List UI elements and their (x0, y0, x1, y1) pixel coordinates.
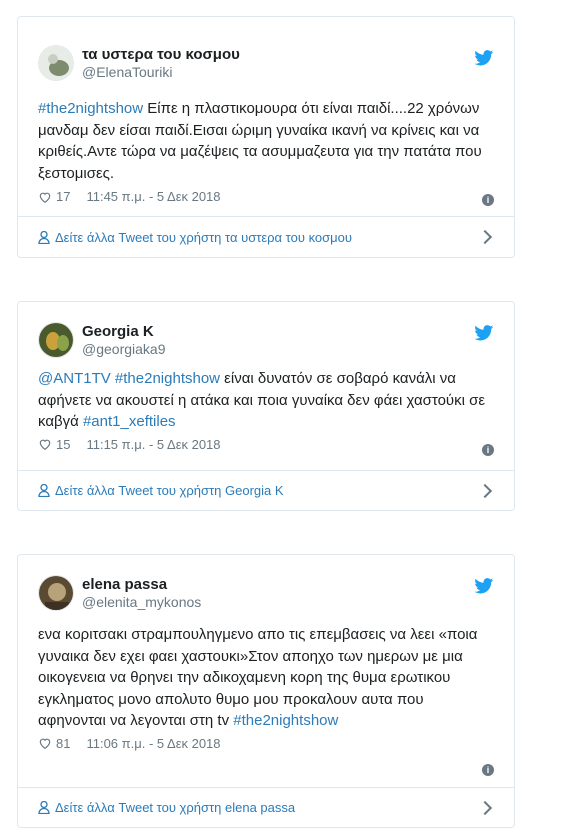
info-icon[interactable]: i (482, 194, 494, 206)
heart-icon[interactable] (38, 736, 52, 750)
tweet-text: @ANT1TV #the2nightshow είναι δυνατόν σε … (38, 368, 494, 433)
tweet-meta: 17 11:45 π.μ. - 5 Δεκ 2018 i (38, 189, 494, 206)
avatar[interactable] (38, 322, 74, 358)
timestamp[interactable]: 11:15 π.μ. - 5 Δεκ 2018 (86, 437, 220, 452)
info-icon[interactable]: i (482, 764, 494, 776)
twitter-bird-icon[interactable] (474, 578, 494, 594)
tweet-header: Georgia K @georgiaka9 (38, 322, 494, 358)
see-more-label[interactable]: Δείτε άλλα Tweet του χρήστη τα υστερα το… (55, 230, 352, 245)
chevron-right-icon[interactable] (477, 229, 493, 245)
tweet-header: elena passa @elenita_mykonos (38, 575, 494, 611)
hashtag-link[interactable]: #ant1_xeftiles (83, 413, 176, 430)
mention-link[interactable]: @ANT1TV (38, 370, 111, 387)
tweet-meta: 15 11:15 π.μ. - 5 Δεκ 2018 i (38, 437, 494, 456)
timestamp[interactable]: 11:06 π.μ. - 5 Δεκ 2018 (86, 736, 220, 751)
tweet-meta: 81 11:06 π.μ. - 5 Δεκ 2018 i (38, 736, 494, 776)
chevron-right-icon[interactable] (477, 800, 493, 815)
hashtag-link[interactable]: #the2nightshow (115, 370, 220, 387)
like-count[interactable]: 15 (56, 437, 70, 452)
display-name[interactable]: Georgia K (82, 322, 166, 341)
like-count[interactable]: 81 (56, 736, 70, 751)
see-more-link[interactable]: Δείτε άλλα Tweet του χρήστη elena passa (18, 787, 514, 827)
handle[interactable]: @georgiaka9 (82, 341, 166, 358)
hashtag-link[interactable]: #the2nightshow (38, 100, 143, 117)
tweet-card: τα υστερα του κοσμου @ElenaTouriki #the2… (17, 16, 515, 258)
tweet-header: τα υστερα του κοσμου @ElenaTouriki (38, 45, 494, 81)
see-more-link[interactable]: Δείτε άλλα Tweet του χρήστη τα υστερα το… (18, 216, 514, 257)
tweet-card: elena passa @elenita_mykonos ενα κοριτσα… (17, 554, 515, 828)
see-more-label[interactable]: Δείτε άλλα Tweet του χρήστη elena passa (55, 800, 295, 815)
person-icon (38, 484, 50, 497)
person-icon (38, 230, 50, 244)
tweet-text: ενα κοριτσακι στραμπουληγμενο απο τις επ… (38, 624, 494, 732)
tweet-card: Georgia K @georgiaka9 @ANT1TV #the2night… (17, 301, 515, 511)
heart-icon[interactable] (38, 190, 52, 204)
see-more-link[interactable]: Δείτε άλλα Tweet του χρήστη Georgia K (18, 470, 514, 510)
twitter-bird-icon[interactable] (474, 325, 494, 341)
info-icon[interactable]: i (482, 444, 494, 456)
person-icon (38, 801, 50, 814)
handle[interactable]: @elenita_mykonos (82, 594, 201, 611)
like-count[interactable]: 17 (56, 189, 70, 204)
timestamp[interactable]: 11:45 π.μ. - 5 Δεκ 2018 (86, 189, 220, 204)
tweet-text: #the2nightshow Είπε η πλαστικομουρα ότι … (38, 98, 494, 184)
handle[interactable]: @ElenaTouriki (82, 64, 240, 81)
twitter-bird-icon[interactable] (474, 50, 494, 66)
chevron-right-icon[interactable] (477, 483, 493, 498)
see-more-label[interactable]: Δείτε άλλα Tweet του χρήστη Georgia K (55, 483, 284, 498)
display-name[interactable]: τα υστερα του κοσμου (82, 45, 240, 64)
hashtag-link[interactable]: #the2nightshow (233, 712, 338, 729)
heart-icon[interactable] (38, 437, 52, 451)
display-name[interactable]: elena passa (82, 575, 201, 594)
avatar[interactable] (38, 575, 74, 611)
avatar[interactable] (38, 45, 74, 81)
